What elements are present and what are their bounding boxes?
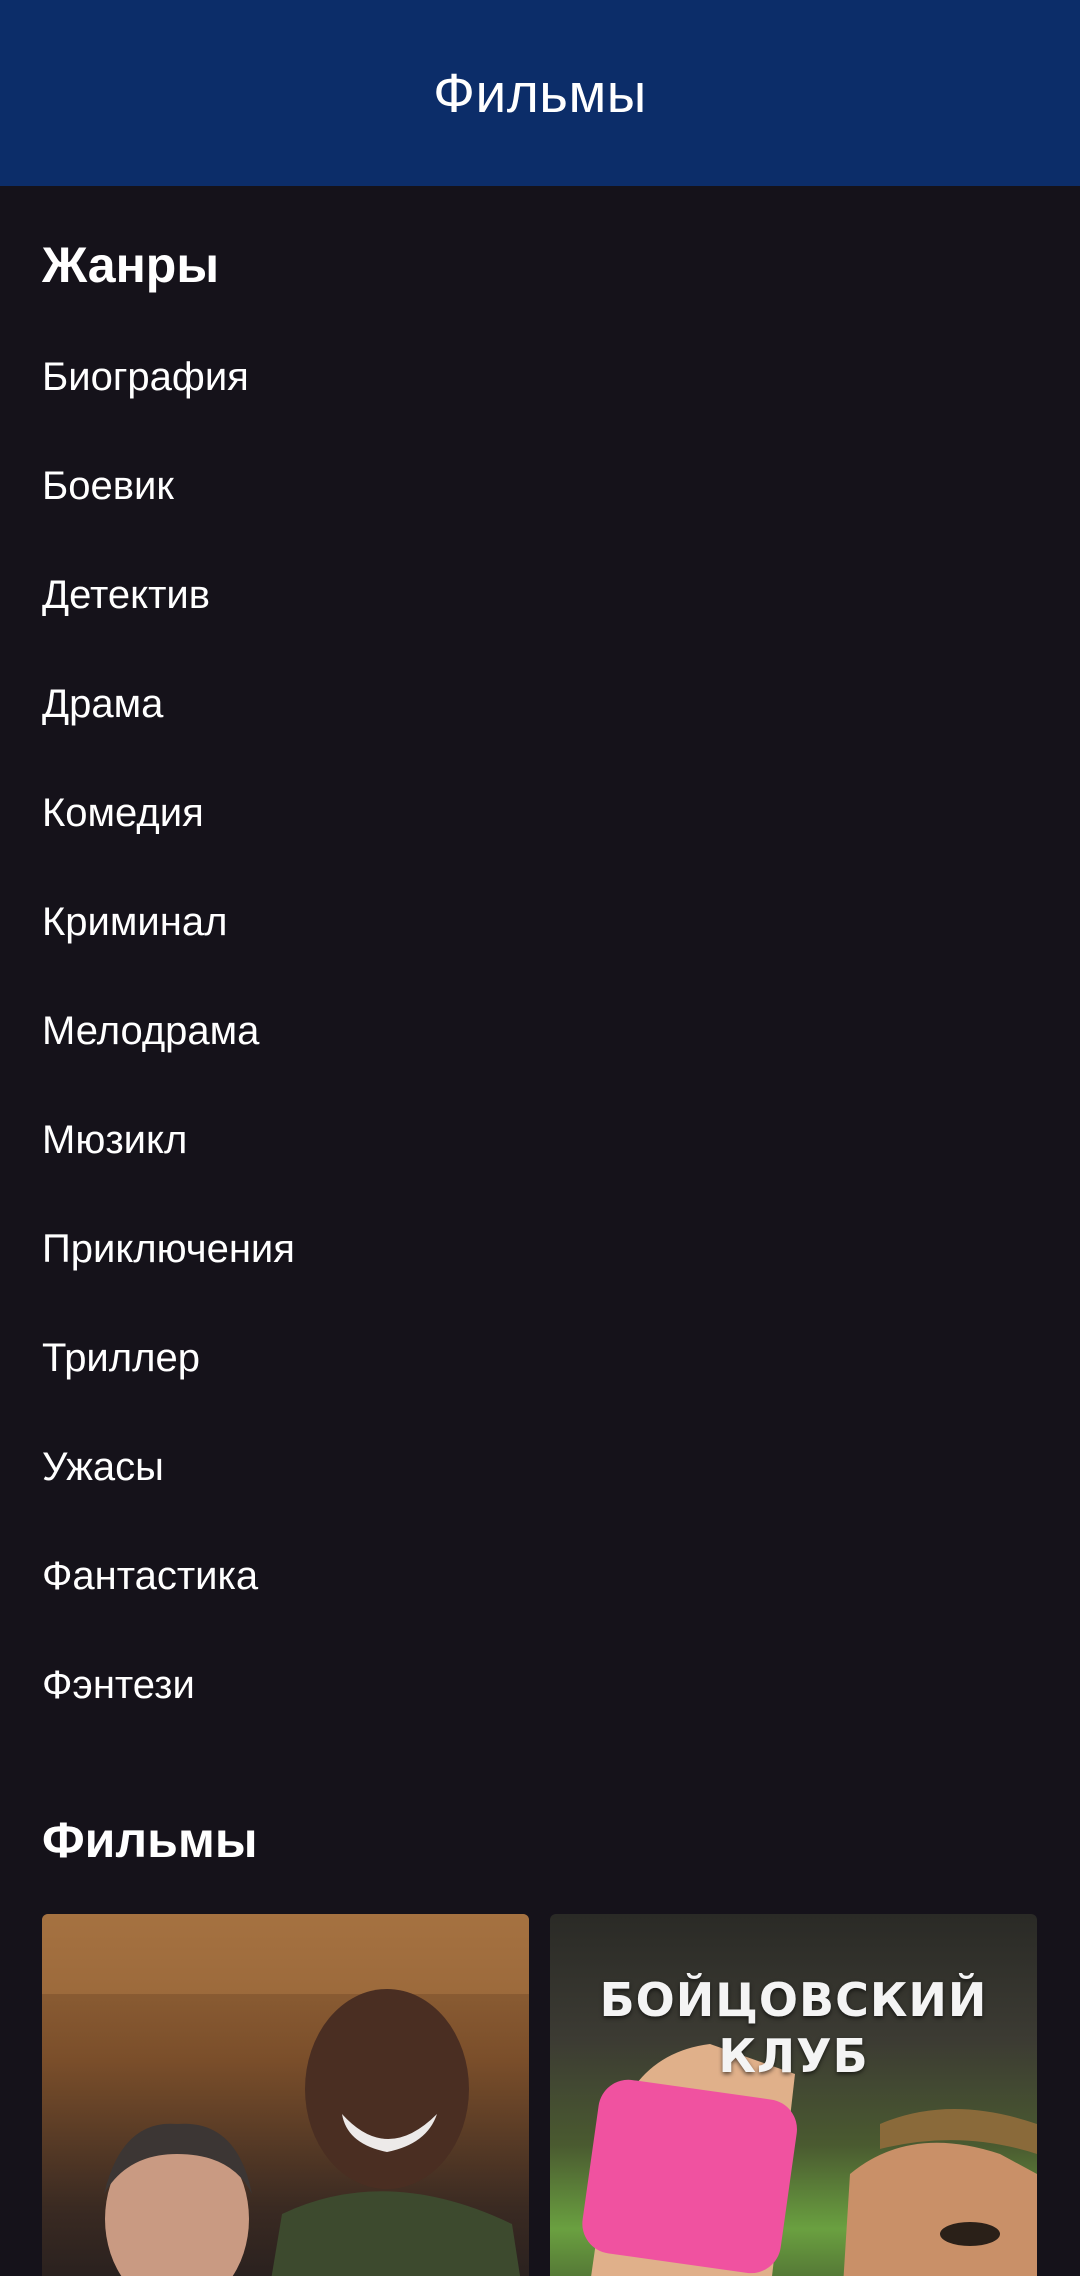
poster-artwork-image	[42, 1914, 529, 2276]
app-bar: Фильмы	[0, 0, 1080, 186]
genre-item-action[interactable]: Боевик	[0, 432, 1080, 541]
genre-item-sci-fi[interactable]: Фантастика	[0, 1522, 1080, 1631]
genre-item-melodrama[interactable]: Мелодрама	[0, 977, 1080, 1086]
genre-item-adventure[interactable]: Приключения	[0, 1195, 1080, 1304]
genre-item-musical[interactable]: Мюзикл	[0, 1086, 1080, 1195]
genre-item-detective[interactable]: Детектив	[0, 541, 1080, 650]
film-posters-row: БОЙЦОВСКИЙ КЛУБ	[42, 1914, 1038, 2276]
genre-item-comedy[interactable]: Комедия	[0, 759, 1080, 868]
films-heading: Фильмы	[42, 1812, 258, 1868]
poster-caption: БОЙЦОВСКИЙ КЛУБ	[599, 1973, 988, 2083]
genre-item-horror[interactable]: Ужасы	[0, 1413, 1080, 1522]
poster-artwork-image	[582, 2044, 1037, 2276]
page-title: Фильмы	[433, 62, 647, 124]
genre-item-drama[interactable]: Драма	[0, 650, 1080, 759]
genres-heading: Жанры	[42, 237, 220, 293]
genre-item-thriller[interactable]: Триллер	[0, 1304, 1080, 1413]
film-poster[interactable]	[42, 1914, 529, 2276]
genre-item-fantasy[interactable]: Фэнтези	[0, 1631, 1080, 1740]
film-poster[interactable]: БОЙЦОВСКИЙ КЛУБ	[550, 1914, 1037, 2276]
genre-item-crime[interactable]: Криминал	[0, 868, 1080, 977]
genre-item-biography[interactable]: Биография	[0, 323, 1080, 432]
genre-list: Биография Боевик Детектив Драма Комедия …	[0, 323, 1080, 1740]
